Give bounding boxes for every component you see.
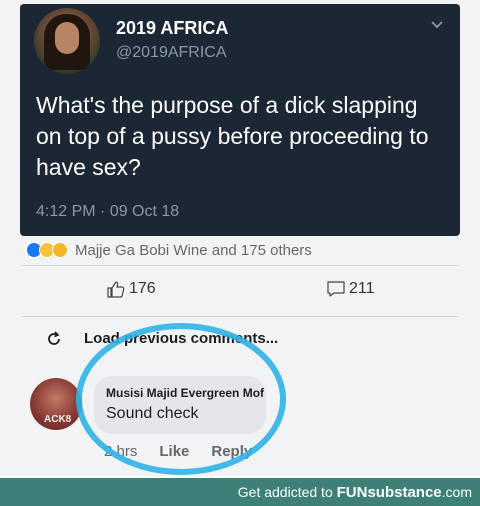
refresh-icon (48, 330, 60, 345)
thumbs-up-icon (107, 281, 125, 298)
tweet-card[interactable]: 2019 AFRICA @2019AFRICA What's the purpo… (20, 4, 460, 236)
footer-prefix: Get addicted to (237, 484, 337, 500)
tweet-avatar[interactable] (34, 8, 100, 74)
chevron-down-icon[interactable] (430, 18, 444, 32)
divider (22, 316, 458, 317)
comment-count: 211 (349, 280, 375, 297)
footer-suffix: .com (441, 484, 472, 500)
wow-reaction-icon (52, 242, 68, 258)
reactions-text: Majje Ga Bobi Wine and 175 others (75, 241, 312, 259)
reactions-summary[interactable]: Majje Ga Bobi Wine and 175 others (26, 239, 312, 261)
commenter-avatar[interactable]: ACK8 (30, 378, 82, 430)
post-counts-bar: 176 211 (22, 266, 458, 316)
avatar-shirt-text: ACK8 (44, 414, 72, 425)
footer-brand: FUNsubstance (336, 484, 442, 501)
like-count-button[interactable]: 176 (106, 280, 156, 298)
screenshot-frame: 2019 AFRICA @2019AFRICA What's the purpo… (0, 0, 480, 476)
tweet-display-name[interactable]: 2019 AFRICA (116, 18, 228, 39)
footer-banner: Get addicted to FUNsubstance.com (0, 478, 480, 506)
comment-bubble-icon (327, 281, 345, 297)
tweet-timestamp[interactable]: 4:12 PM · 09 Oct 18 (36, 203, 179, 221)
footer-text[interactable]: Get addicted to FUNsubstance.com (238, 484, 472, 501)
avatar-face (55, 22, 79, 54)
like-count: 176 (129, 280, 156, 297)
tweet-handle[interactable]: @2019AFRICA (116, 44, 227, 62)
comment-count-button[interactable]: 211 (326, 280, 375, 298)
highlight-circle (76, 323, 286, 475)
tweet-text: What's the purpose of a dick slapping on… (36, 92, 429, 180)
